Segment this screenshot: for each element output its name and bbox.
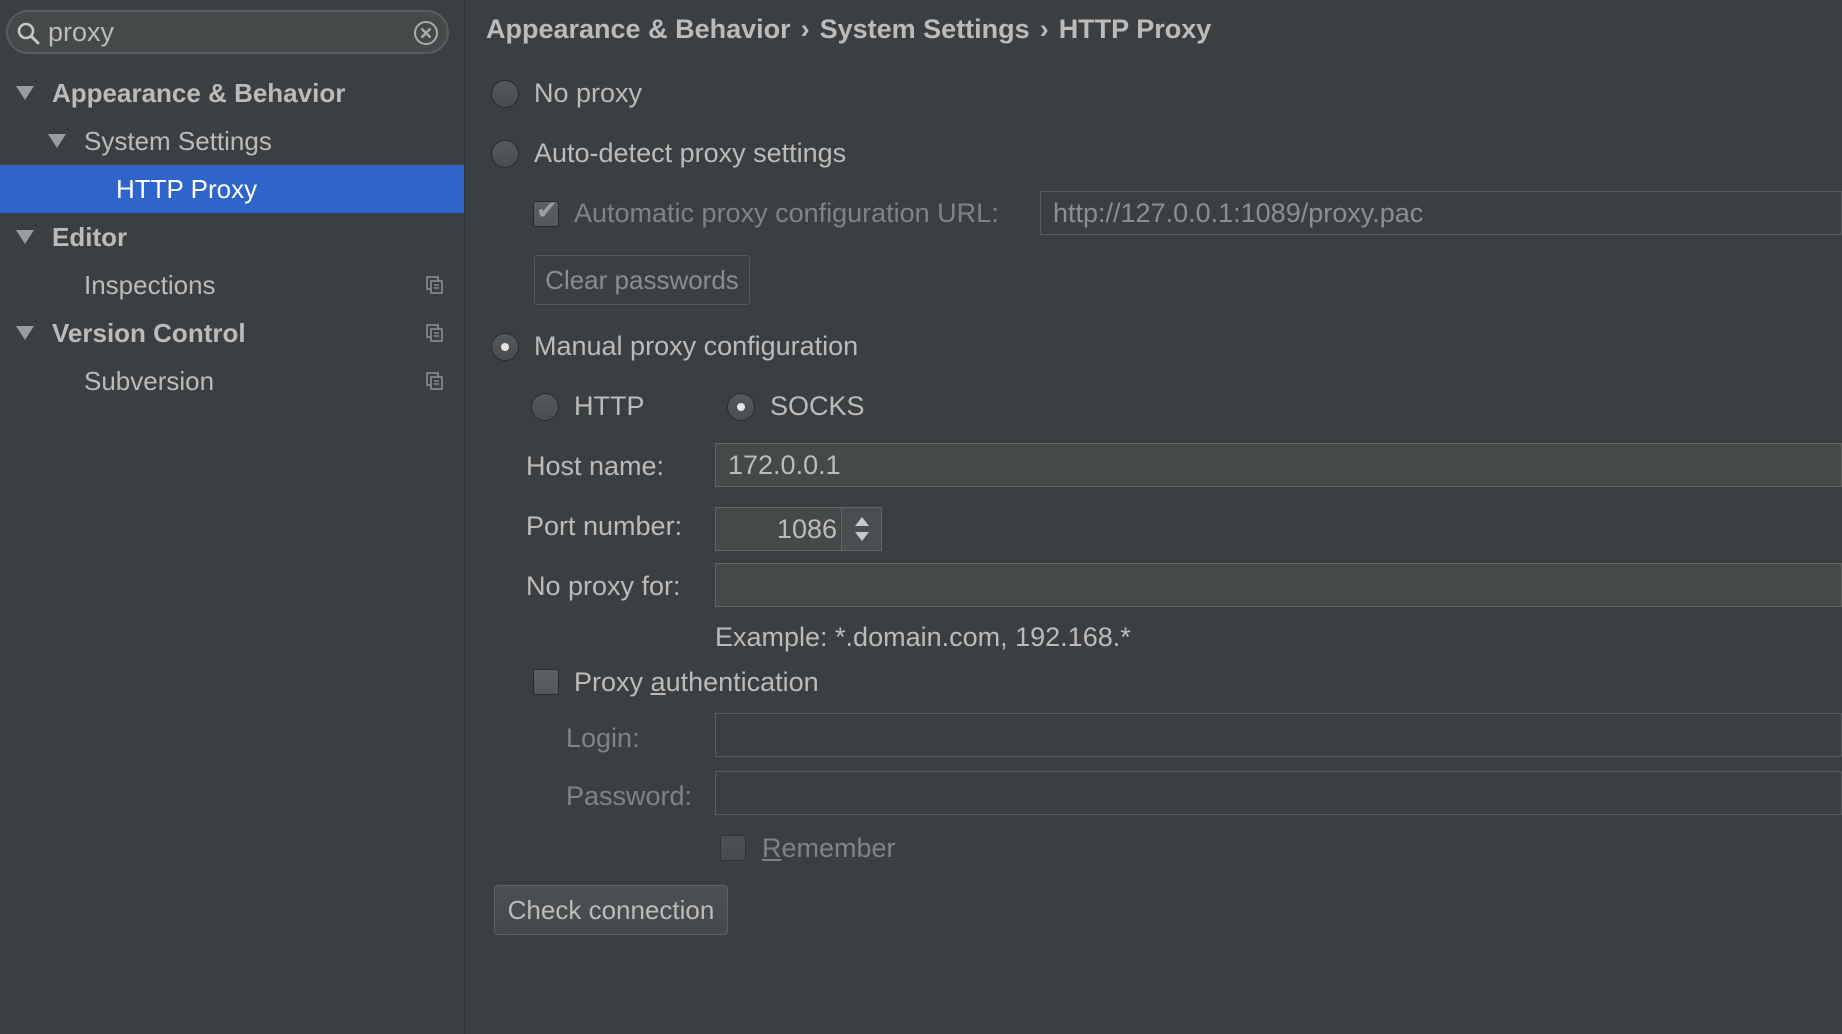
auto-detect-label[interactable]: Auto-detect proxy settings	[534, 138, 846, 169]
port-stepper-buttons[interactable]	[841, 508, 881, 550]
expand-arrow-icon[interactable]	[48, 134, 66, 148]
breadcrumb-item[interactable]: Appearance & Behavior	[486, 14, 791, 44]
password-field[interactable]	[715, 771, 1842, 815]
remember-label-rest: emember	[781, 833, 896, 863]
no-proxy-example-hint: Example: *.domain.com, 192.168.*	[715, 622, 1131, 652]
password-label: Password:	[566, 781, 693, 811]
no-proxy-label[interactable]: No proxy	[534, 78, 642, 109]
breadcrumb-separator: ›	[800, 14, 810, 44]
proxy-authentication-label[interactable]: Proxy authentication	[574, 667, 819, 698]
tree-item-label: Appearance & Behavior	[52, 78, 346, 108]
login-label: Login:	[566, 723, 640, 753]
project-scope-icon	[426, 324, 443, 342]
clear-search-icon[interactable]	[413, 20, 439, 46]
port-number-label: Port number:	[526, 511, 683, 541]
settings-sidebar: Appearance & Behavior System Settings HT…	[0, 0, 465, 1034]
port-number-spinner[interactable]: 1086	[715, 507, 882, 551]
tree-item-http-proxy[interactable]: HTTP Proxy	[0, 165, 464, 213]
auth-label-mnemonic: a	[650, 667, 666, 697]
tree-item-editor[interactable]: Editor	[0, 213, 464, 261]
http-radio[interactable]	[531, 393, 559, 421]
manual-proxy-radio[interactable]	[491, 333, 519, 361]
check-connection-button[interactable]: Check connection	[494, 885, 728, 935]
tree-item-inspections[interactable]: Inspections	[0, 261, 464, 309]
no-proxy-for-field[interactable]	[715, 563, 1842, 607]
remember-label[interactable]: Remember	[762, 833, 896, 864]
tree-item-label: Subversion	[84, 366, 215, 396]
auto-config-url-field[interactable]: http://127.0.0.1:1089/proxy.pac	[1040, 191, 1842, 235]
expand-arrow-icon[interactable]	[16, 86, 34, 100]
auth-label-part: Proxy	[574, 667, 651, 697]
socks-label[interactable]: SOCKS	[770, 391, 865, 422]
tree-item-label: Inspections	[84, 270, 216, 300]
auto-config-url-label: Automatic proxy configuration URL:	[574, 198, 999, 228]
no-proxy-for-label: No proxy for:	[526, 571, 681, 601]
search-icon	[17, 22, 40, 45]
decrement-arrow-icon[interactable]	[855, 532, 869, 541]
project-scope-icon	[426, 276, 443, 294]
tree-item-appearance-behavior[interactable]: Appearance & Behavior	[0, 69, 464, 117]
auto-config-url-checkbox[interactable]	[533, 196, 559, 227]
port-number-value[interactable]: 1086	[777, 508, 837, 550]
remember-mnemonic: R	[762, 833, 782, 863]
increment-arrow-icon[interactable]	[855, 517, 869, 526]
tree-item-label: Version Control	[52, 318, 246, 348]
breadcrumb-item[interactable]: System Settings	[820, 14, 1030, 44]
http-proxy-panel: Appearance & Behavior › System Settings › HT…	[466, 0, 1842, 1034]
remember-checkbox[interactable]	[720, 835, 746, 861]
expand-arrow-icon[interactable]	[16, 230, 34, 244]
tree-item-label: HTTP Proxy	[116, 174, 258, 204]
breadcrumb: Appearance & Behavior › System Settings › HT…	[486, 14, 1211, 45]
auto-detect-radio[interactable]	[491, 140, 519, 168]
tree-item-label: System Settings	[84, 126, 272, 156]
tree-item-label: Editor	[52, 222, 128, 252]
proxy-authentication-checkbox[interactable]	[533, 669, 559, 695]
auth-label-part: uthentication	[665, 667, 819, 697]
expand-arrow-icon[interactable]	[16, 326, 34, 340]
breadcrumb-item: HTTP Proxy	[1058, 14, 1212, 44]
http-label[interactable]: HTTP	[574, 391, 645, 422]
clear-passwords-button[interactable]: Clear passwords	[534, 255, 750, 305]
host-name-field[interactable]: 172.0.0.1	[715, 443, 1842, 487]
tree-item-subversion[interactable]: Subversion	[0, 357, 464, 405]
no-proxy-radio[interactable]	[491, 80, 519, 108]
search-input[interactable]	[46, 16, 406, 48]
search-box[interactable]	[6, 10, 449, 54]
tree-item-system-settings[interactable]: System Settings	[0, 117, 464, 165]
host-name-label: Host name:	[526, 451, 665, 481]
manual-proxy-label[interactable]: Manual proxy configuration	[534, 331, 858, 362]
breadcrumb-separator: ›	[1039, 14, 1049, 44]
tree-item-version-control[interactable]: Version Control	[0, 309, 464, 357]
socks-radio[interactable]	[727, 393, 755, 421]
login-field[interactable]	[715, 713, 1842, 757]
project-scope-icon	[426, 372, 443, 390]
